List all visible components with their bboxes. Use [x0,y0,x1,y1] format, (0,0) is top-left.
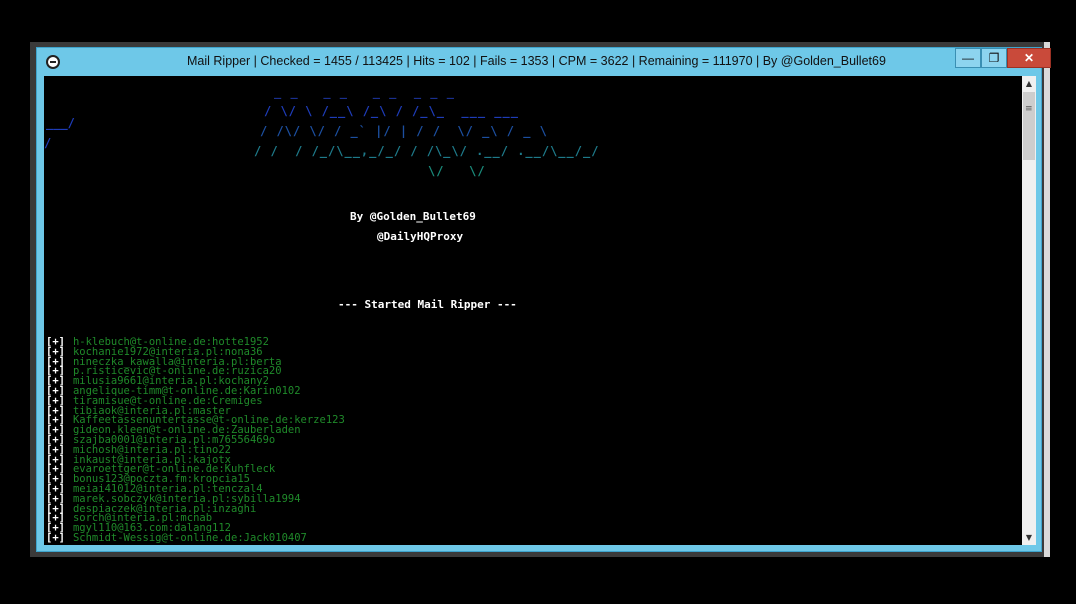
console-output[interactable]: ___/ / _ _ _ _ _ _ _ _ _ / \/ \ /__\ /_\… [44,76,1022,545]
vertical-scrollbar[interactable]: ▲ ≡ ▼ [1022,76,1036,545]
status-started-message: --- Started Mail Ripper --- [338,298,517,311]
scrollbar-thumb[interactable] [1023,92,1035,160]
console-app-icon[interactable] [46,55,60,69]
log-entry: [+] Schmidt-Wessig@t-online.de:Jack010407 [46,531,345,544]
hit-tag: [+] [46,531,65,544]
ascii-banner-line: / / / /_/\__,_/_/ / /\_\/ .__/ .__/\__/_… [254,144,600,158]
maximize-button[interactable]: ❐ [981,48,1007,68]
ascii-banner-line: / \/ \ /__\ /_\ / /_\_ ___ ___ [264,104,519,118]
title-bar[interactable]: Mail Ripper | Checked = 1455 / 113425 | … [37,48,1051,76]
close-button[interactable]: ✕ [1007,48,1051,68]
scroll-down-arrow-icon[interactable]: ▼ [1022,530,1036,545]
scrollbar-grip-icon: ≡ [1025,104,1033,114]
ascii-banner-line: \/ \/ [428,164,486,178]
console-window[interactable]: Mail Ripper | Checked = 1455 / 113425 | … [36,47,1051,552]
hit-combo: Schmidt-Wessig@t-online.de:Jack010407 [72,531,307,544]
banner-left-fragment: / [44,136,52,150]
channel-credit: @DailyHQProxy [377,230,464,243]
banner-left-fragment: ___/ [46,116,75,130]
author-credit: By @Golden_Bullet69 [350,210,476,223]
minimize-button[interactable]: — [955,48,981,68]
window-title: Mail Ripper | Checked = 1455 / 113425 | … [187,54,886,68]
ascii-banner-line: / /\/ \/ / _` |/ | / / \/ _\ / _ \ [260,124,548,138]
background-window-edge [1044,42,1050,557]
ascii-banner-line: _ _ _ _ _ _ _ _ _ [274,85,455,99]
hits-log: [+] h-klebuch@t-online.de:hotte1952 [+] koc… [46,337,345,544]
scroll-up-arrow-icon[interactable]: ▲ [1022,76,1036,91]
